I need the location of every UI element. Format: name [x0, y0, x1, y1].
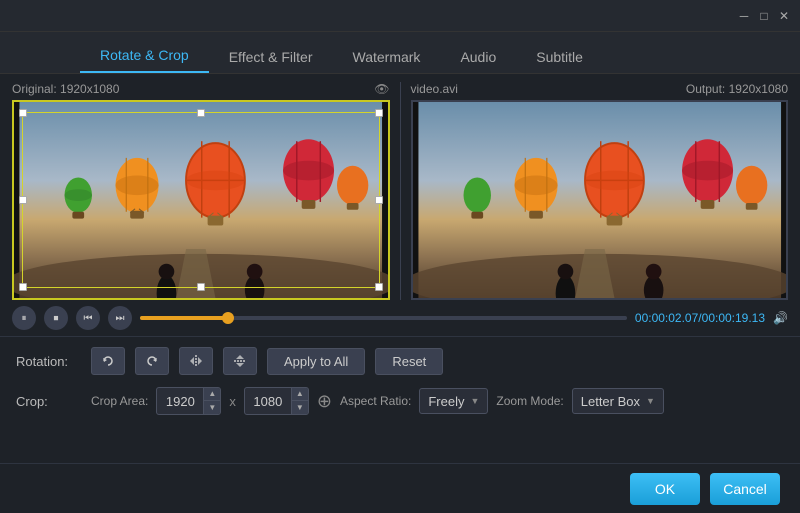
video-area: Original: 1920x1080 👁	[0, 74, 800, 300]
total-time: 00:00:19.13	[702, 311, 765, 325]
rotate-cw-icon	[144, 353, 160, 369]
left-video-info: Original: 1920x1080 👁	[12, 82, 390, 96]
width-input[interactable]	[157, 388, 203, 414]
rotate-ccw-button[interactable]	[91, 347, 125, 375]
title-bar: ─ □ ✕	[0, 0, 800, 32]
flip-h-button[interactable]	[179, 347, 213, 375]
left-scene-svg	[14, 102, 388, 298]
next-button[interactable]: ⏭	[108, 306, 132, 330]
tab-audio[interactable]: Audio	[440, 41, 516, 73]
zoom-mode-value: Letter Box	[581, 394, 640, 409]
right-video-panel: video.avi Output: 1920x1080	[411, 82, 789, 300]
aspect-ratio-value: Freely	[428, 394, 464, 409]
apply-to-all-button[interactable]: Apply to All	[267, 348, 365, 375]
crop-area-label: Crop Area:	[91, 394, 148, 408]
volume-icon[interactable]: 🔊	[773, 311, 788, 325]
reset-button[interactable]: Reset	[375, 348, 443, 375]
bottom-bar: OK Cancel	[0, 463, 800, 513]
prev-button[interactable]: ⏮	[76, 306, 100, 330]
width-spin-btns: ▲ ▼	[203, 388, 220, 414]
height-spin-btns: ▲ ▼	[291, 388, 308, 414]
aspect-ratio-select[interactable]: Freely ▼	[419, 388, 488, 414]
tabs-bar: Rotate & Crop Effect & Filter Watermark …	[0, 32, 800, 74]
tab-rotate-crop[interactable]: Rotate & Crop	[80, 39, 209, 73]
right-video-info: video.avi Output: 1920x1080	[411, 82, 789, 96]
progress-fill	[140, 316, 228, 320]
left-video-panel: Original: 1920x1080 👁	[12, 82, 390, 300]
maximize-button[interactable]: □	[756, 8, 772, 24]
rotate-cw-button[interactable]	[135, 347, 169, 375]
zoom-mode-label: Zoom Mode:	[496, 394, 563, 408]
filename-label: video.avi	[411, 82, 458, 96]
time-display: 00:00:02.07/00:00:19.13	[635, 311, 765, 325]
right-scene-svg	[413, 102, 787, 298]
crop-row: Crop: Crop Area: ▲ ▼ x ▲ ▼ ⊕ Aspect Rati…	[16, 387, 784, 415]
width-up-button[interactable]: ▲	[204, 388, 220, 401]
height-input[interactable]	[245, 388, 291, 414]
x-label: x	[229, 394, 236, 409]
rotation-label: Rotation:	[16, 354, 81, 369]
flip-h-icon	[188, 353, 204, 369]
pause-button[interactable]: ⏸	[12, 306, 36, 330]
ok-button[interactable]: OK	[630, 473, 700, 505]
original-label: Original: 1920x1080	[12, 82, 119, 96]
stop-button[interactable]: ⏹	[44, 306, 68, 330]
close-button[interactable]: ✕	[776, 8, 792, 24]
height-down-button[interactable]: ▼	[292, 401, 308, 414]
progress-track[interactable]	[140, 316, 627, 320]
controls-section: Rotation:	[0, 336, 800, 437]
tab-effect-filter[interactable]: Effect & Filter	[209, 41, 333, 73]
flip-v-icon	[232, 353, 248, 369]
current-time: 00:00:02.07	[635, 311, 698, 325]
playback-bar: ⏸ ⏹ ⏮ ⏭ 00:00:02.07/00:00:19.13 🔊	[0, 300, 800, 336]
center-crop-icon[interactable]: ⊕	[317, 391, 332, 412]
right-video-preview	[411, 100, 789, 300]
rotate-ccw-icon	[100, 353, 116, 369]
cancel-button[interactable]: Cancel	[710, 473, 780, 505]
crop-controls: Crop Area: ▲ ▼ x ▲ ▼ ⊕ Aspect Ratio: Fre…	[91, 387, 664, 415]
aspect-ratio-label: Aspect Ratio:	[340, 394, 411, 408]
aspect-ratio-arrow: ▼	[470, 396, 479, 406]
height-input-wrap: ▲ ▼	[244, 387, 309, 415]
rotation-row: Rotation:	[16, 347, 784, 375]
zoom-mode-arrow: ▼	[646, 396, 655, 406]
flip-v-button[interactable]	[223, 347, 257, 375]
width-input-wrap: ▲ ▼	[156, 387, 221, 415]
panels-divider	[400, 82, 401, 300]
crop-label: Crop:	[16, 394, 81, 409]
height-up-button[interactable]: ▲	[292, 388, 308, 401]
width-down-button[interactable]: ▼	[204, 401, 220, 414]
left-video-preview	[12, 100, 390, 300]
eye-icon[interactable]: 👁	[374, 82, 389, 96]
tab-subtitle[interactable]: Subtitle	[516, 41, 603, 73]
minimize-button[interactable]: ─	[736, 8, 752, 24]
tab-watermark[interactable]: Watermark	[333, 41, 441, 73]
output-label: Output: 1920x1080	[686, 82, 788, 96]
progress-thumb[interactable]	[222, 312, 234, 324]
zoom-mode-select[interactable]: Letter Box ▼	[572, 388, 664, 414]
